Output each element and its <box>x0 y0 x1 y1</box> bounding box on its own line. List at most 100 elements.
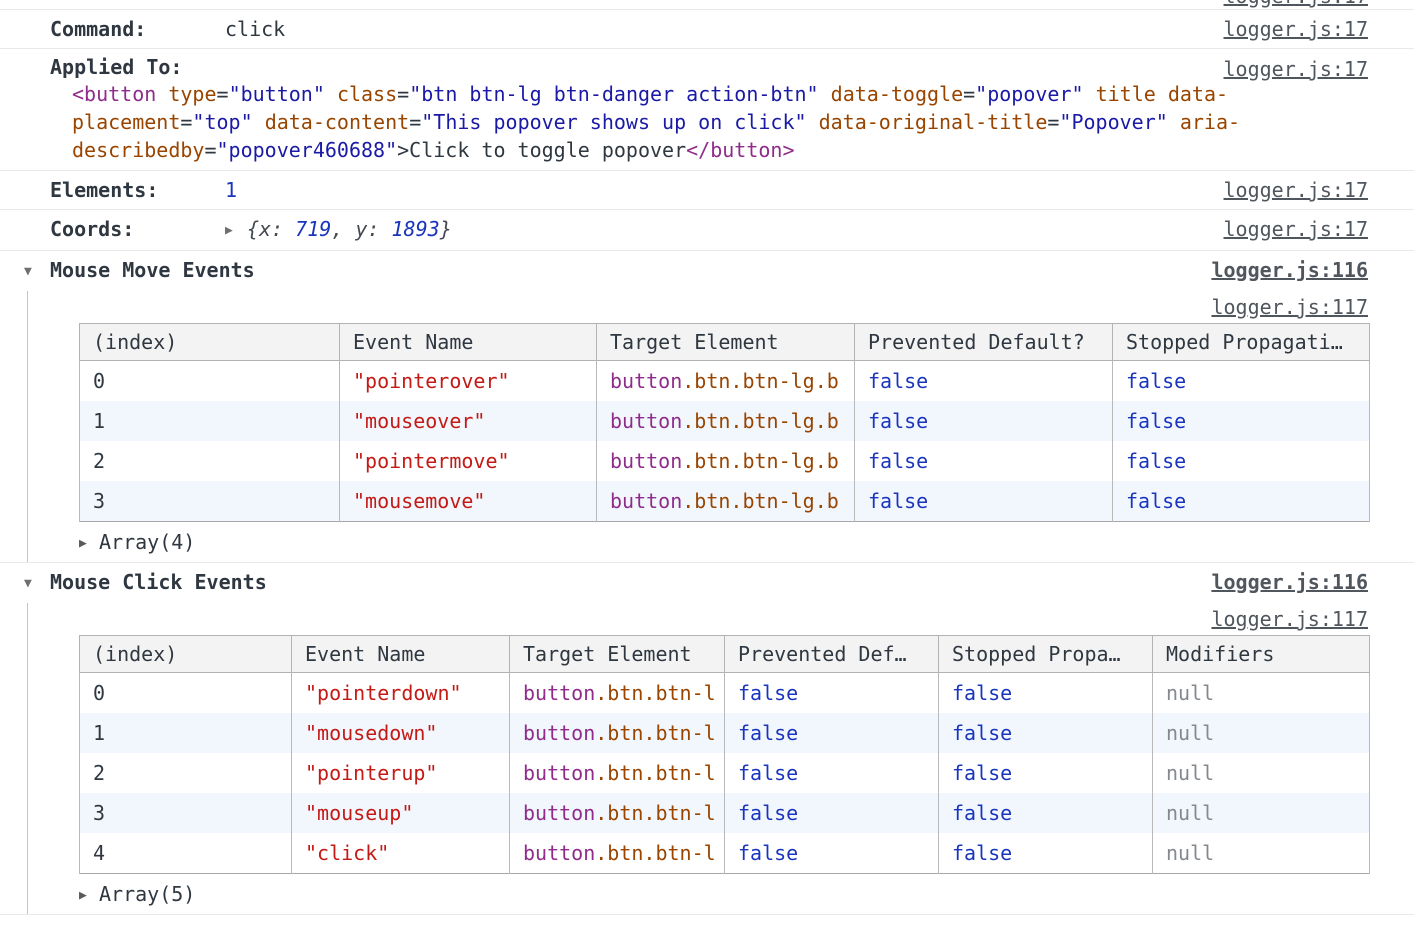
table-row: 3"mousemove"button.btn.btn-lg.bfalsefals… <box>80 481 1370 522</box>
code-segment <box>156 82 168 106</box>
source-link[interactable]: logger.js:17 <box>1224 56 1369 82</box>
table-cell: "pointerdown" <box>292 673 510 714</box>
code-segment: <button <box>72 82 156 106</box>
code-segment <box>807 110 819 134</box>
table-cell: false <box>939 713 1153 753</box>
table-cell: null <box>1153 713 1370 753</box>
selector-tag: button <box>610 409 682 433</box>
table-cell: button.btn.btn-lg.b <box>597 401 855 441</box>
source-link[interactable]: logger.js:17 <box>1224 0 1369 8</box>
object-preview-segment: } <box>440 217 452 241</box>
table-cell: false <box>939 673 1153 714</box>
command-label: Command: <box>50 17 225 41</box>
selector-tag: button <box>610 489 682 513</box>
code-segment: = <box>204 138 216 162</box>
table-cell: false <box>939 833 1153 874</box>
source-link[interactable]: logger.js:17 <box>1224 17 1369 41</box>
column-header[interactable]: Prevented Default? <box>855 324 1113 361</box>
column-header[interactable]: Target Element <box>597 324 855 361</box>
table-cell: false <box>725 753 939 793</box>
column-header[interactable]: (index) <box>80 636 292 673</box>
table-cell: 1 <box>80 401 340 441</box>
expand-triangle-icon[interactable]: ▶ <box>225 219 247 243</box>
source-link[interactable]: logger.js:17 <box>1224 178 1369 202</box>
column-header[interactable]: Event Name <box>292 636 510 673</box>
source-link[interactable]: logger.js:117 <box>1211 295 1368 319</box>
code-line: describedby="popover460688">Click to tog… <box>72 136 1368 164</box>
table-row: 2"pointermove"button.btn.btn-lg.bfalsefa… <box>80 441 1370 481</box>
table-cell: button.btn.btn-lg.b <box>597 481 855 522</box>
code-segment: = <box>397 82 409 106</box>
source-link[interactable]: logger.js:17 <box>1224 217 1369 241</box>
expand-triangle-icon[interactable]: ▶ <box>79 882 99 910</box>
table-cell: false <box>855 441 1113 481</box>
table-cell: false <box>1113 361 1370 402</box>
console-group-header-mouse-click[interactable]: ▼Mouse Click Events logger.js:116 <box>0 562 1414 603</box>
selector-tag: button <box>523 721 595 745</box>
table-cell: button.btn.btn-lg.b <box>597 361 855 402</box>
code-segment: = <box>963 82 975 106</box>
table-cell: "pointerup" <box>292 753 510 793</box>
selector-classes: .btn.btn-lg.b <box>682 489 839 513</box>
group-title: Mouse Click Events <box>50 570 267 594</box>
table-cell: button.btn.btn-l <box>510 753 725 793</box>
selector-tag: button <box>523 761 595 785</box>
source-link[interactable]: logger.js:117 <box>1211 607 1368 631</box>
selector-tag: button <box>610 449 682 473</box>
elements-label: Elements: <box>50 178 225 202</box>
table-cell: button.btn.btn-l <box>510 713 725 753</box>
code-segment: "button" <box>229 82 325 106</box>
column-header[interactable]: Stopped Propagati… <box>1113 324 1370 361</box>
table-source-row: logger.js:117 <box>79 605 1368 635</box>
table-cell: 3 <box>80 793 292 833</box>
table-cell: null <box>1153 673 1370 714</box>
table-cell: null <box>1153 833 1370 874</box>
source-link[interactable]: logger.js:116 <box>1211 570 1368 594</box>
array-summary[interactable]: ▶Array(5) <box>79 880 1368 908</box>
coords-object-preview[interactable]: {x: 719, y: 1893} <box>247 217 452 241</box>
column-header[interactable]: Target Element <box>510 636 725 673</box>
console-bottom-divider <box>0 914 1414 922</box>
code-segment: "This popover shows up on click" <box>421 110 806 134</box>
html-code-block[interactable]: <button type="button" class="btn btn-lg … <box>50 80 1368 164</box>
applied-to-label: Applied To: <box>50 54 225 80</box>
column-header[interactable]: Prevented Def… <box>725 636 939 673</box>
console-group-header-mouse-move[interactable]: ▼Mouse Move Events logger.js:116 <box>0 250 1414 291</box>
command-value: click <box>225 17 285 41</box>
table-row: 4"click"button.btn.btn-lfalsefalsenull <box>80 833 1370 874</box>
table-row: 0"pointerover"button.btn.btn-lg.bfalsefa… <box>80 361 1370 402</box>
table-cell: 4 <box>80 833 292 874</box>
selector-classes: .btn.btn-l <box>595 721 715 745</box>
code-segment: "popover" <box>975 82 1083 106</box>
code-segment: Click to toggle popover <box>409 138 686 162</box>
console-group-body-mouse-click: logger.js:117 (index)Event NameTarget El… <box>27 603 1414 914</box>
object-preview-segment: y: <box>355 217 391 241</box>
table-cell: button.btn.btn-l <box>510 833 725 874</box>
column-header[interactable]: (index) <box>80 324 340 361</box>
mouse-click-events-table: (index)Event NameTarget ElementPrevented… <box>79 635 1370 874</box>
array-summary[interactable]: ▶Array(4) <box>79 528 1368 556</box>
source-link[interactable]: logger.js:116 <box>1211 258 1368 282</box>
code-line: <button type="button" class="btn btn-lg … <box>72 80 1368 108</box>
code-segment: data- <box>1168 82 1228 106</box>
code-segment: "popover460688" <box>217 138 398 162</box>
table-row: 1"mouseover"button.btn.btn-lg.bfalsefals… <box>80 401 1370 441</box>
table-cell: 2 <box>80 441 340 481</box>
code-segment: title <box>1096 82 1156 106</box>
column-header[interactable]: Stopped Propa… <box>939 636 1153 673</box>
expand-triangle-icon[interactable]: ▶ <box>79 530 99 558</box>
column-header[interactable]: Event Name <box>340 324 597 361</box>
code-segment: "btn btn-lg btn-danger action-btn" <box>409 82 818 106</box>
table-cell: false <box>1113 441 1370 481</box>
table-cell: "mouseover" <box>340 401 597 441</box>
table-cell: false <box>855 361 1113 402</box>
column-header[interactable]: Modifiers <box>1153 636 1370 673</box>
table-row: 3"mouseup"button.btn.btn-lfalsefalsenull <box>80 793 1370 833</box>
table-cell: false <box>939 793 1153 833</box>
table-cell: false <box>855 401 1113 441</box>
collapse-triangle-icon[interactable]: ▼ <box>24 572 50 596</box>
selector-tag: button <box>523 801 595 825</box>
code-segment: "top" <box>192 110 252 134</box>
collapse-triangle-icon[interactable]: ▼ <box>24 260 50 284</box>
code-segment: = <box>409 110 421 134</box>
